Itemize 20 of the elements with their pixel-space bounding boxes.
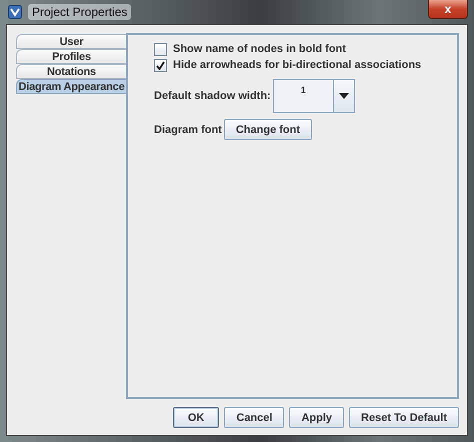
dropdown-arrow-icon <box>338 93 349 99</box>
tab[interactable]: Notations <box>16 64 126 79</box>
shadow-width-dropdown[interactable]: 1 <box>272 79 355 113</box>
cancel-button[interactable]: Cancel <box>224 407 284 428</box>
tab[interactable]: Diagram Appearance <box>16 79 126 94</box>
checkbox[interactable] <box>154 58 167 72</box>
window-title: Project Properties <box>28 4 132 20</box>
checkbox-label: Hide arrowheads for bi-directional associations <box>173 59 422 71</box>
ok-button[interactable]: OK <box>172 407 220 428</box>
reset-button[interactable]: Reset To Default <box>349 407 459 428</box>
checkbox[interactable] <box>154 42 167 56</box>
shadow-width-label: Default shadow width: <box>154 90 271 102</box>
diagram-font-label: Diagram font <box>154 124 222 136</box>
app-icon <box>8 5 22 19</box>
change-font-button[interactable]: Change font <box>224 119 312 140</box>
checkbox-label: Show name of nodes in bold font <box>173 43 346 55</box>
tab[interactable]: User <box>16 34 126 49</box>
close-button[interactable]: x <box>428 0 468 19</box>
tab[interactable]: Profiles <box>16 49 126 64</box>
apply-button[interactable]: Apply <box>289 407 344 428</box>
